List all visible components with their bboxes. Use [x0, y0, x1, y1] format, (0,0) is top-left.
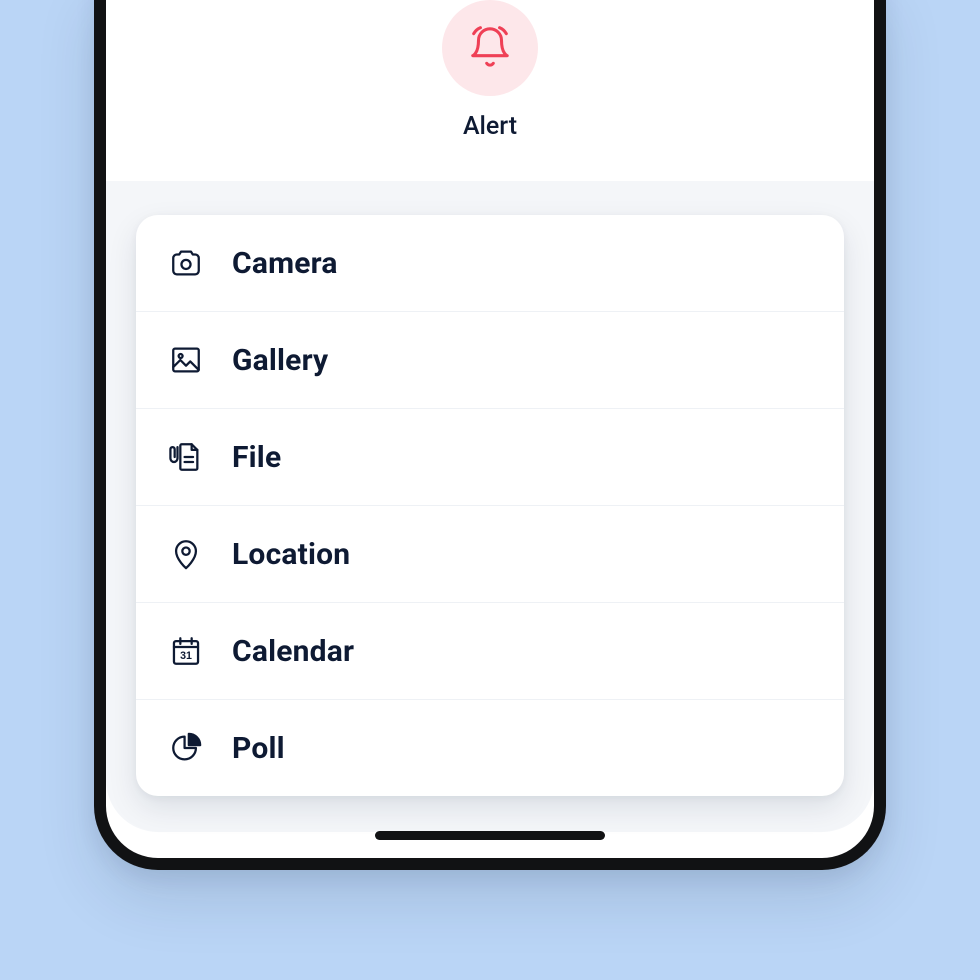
- menu-item-label: Poll: [232, 731, 285, 766]
- menu-item-poll[interactable]: Poll: [136, 700, 844, 796]
- menu-item-gallery[interactable]: Gallery: [136, 312, 844, 409]
- svg-text:31: 31: [180, 650, 192, 662]
- home-indicator[interactable]: [375, 831, 605, 840]
- menu-item-label: Calendar: [232, 634, 354, 669]
- alert-button[interactable]: [442, 0, 538, 96]
- menu-item-file[interactable]: File: [136, 409, 844, 506]
- menu-item-location[interactable]: Location: [136, 506, 844, 603]
- location-icon: [168, 536, 204, 572]
- header: Alert: [106, 0, 874, 181]
- menu-item-label: Camera: [232, 246, 338, 281]
- poll-icon: [168, 730, 204, 766]
- menu-item-camera[interactable]: Camera: [136, 215, 844, 312]
- camera-icon: [168, 245, 204, 281]
- gallery-icon: [168, 342, 204, 378]
- phone-frame: Alert Camera: [94, 0, 886, 870]
- menu-item-label: Location: [232, 537, 350, 572]
- file-icon: [168, 439, 204, 475]
- menu-item-label: Gallery: [232, 343, 328, 378]
- menu-item-calendar[interactable]: 31 Calendar: [136, 603, 844, 700]
- menu-item-label: File: [232, 440, 281, 475]
- calendar-icon: 31: [168, 633, 204, 669]
- alert-label: Alert: [463, 112, 517, 141]
- bell-alert-icon: [467, 25, 513, 71]
- action-list: Camera Gallery: [136, 215, 844, 796]
- action-sheet: Camera Gallery: [106, 181, 874, 832]
